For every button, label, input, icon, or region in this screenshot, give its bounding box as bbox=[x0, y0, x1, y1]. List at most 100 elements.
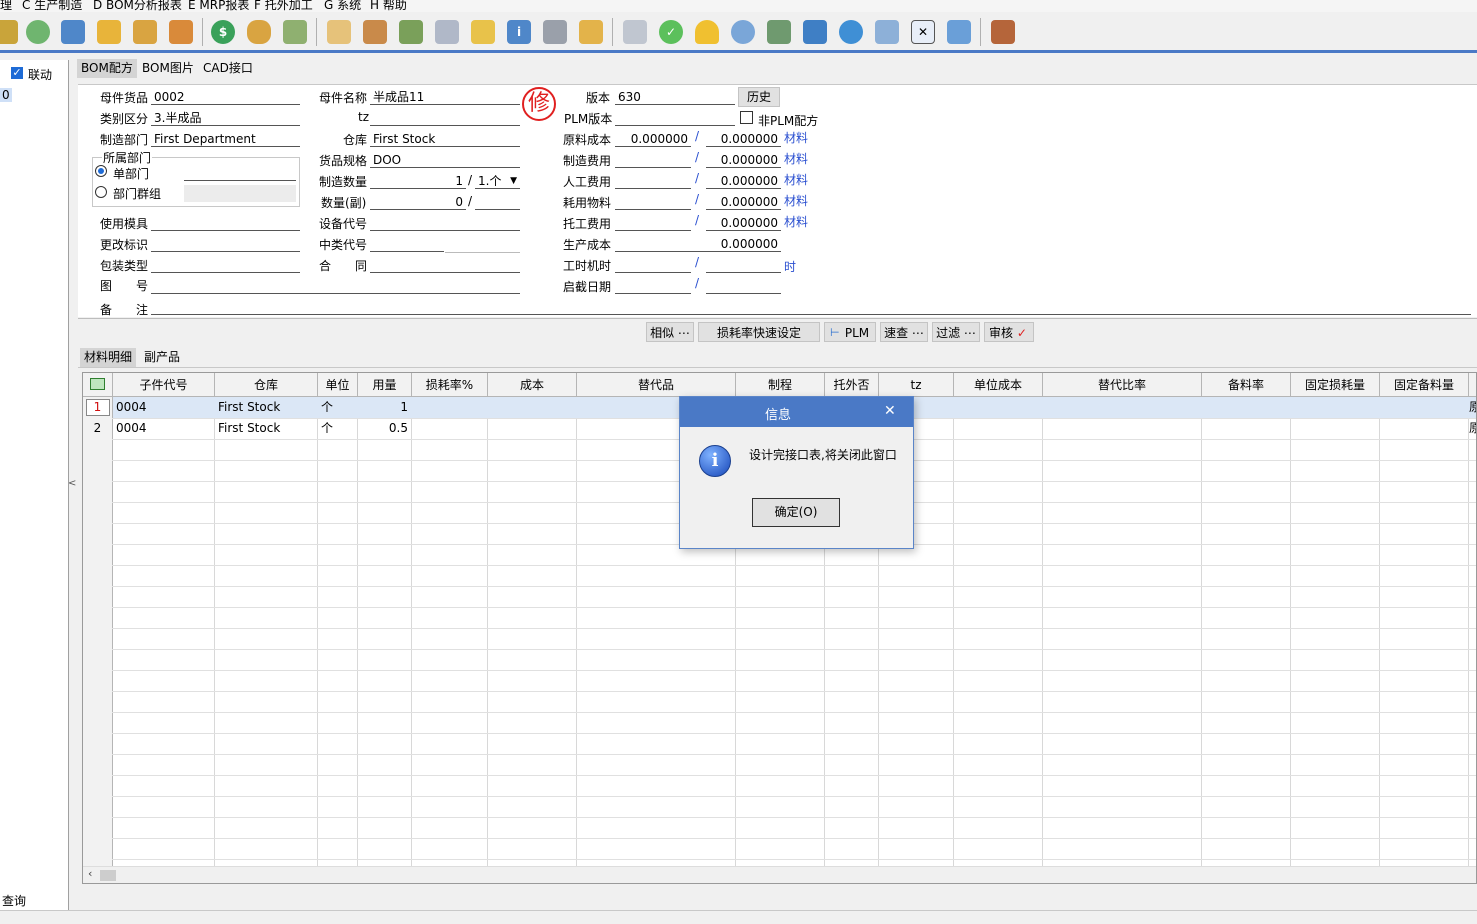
effective-date-start[interactable] bbox=[615, 278, 691, 294]
consumable-field-b[interactable]: 0.000000 bbox=[706, 194, 781, 210]
menu-item-0[interactable]: 理 bbox=[0, 0, 12, 12]
document-icon[interactable] bbox=[623, 20, 647, 44]
menu-item-help[interactable]: H 帮助 bbox=[370, 0, 407, 12]
spec-field[interactable]: DOO bbox=[370, 152, 520, 168]
prod-cost-field[interactable]: 0.000000 bbox=[615, 236, 781, 252]
cell-unit[interactable]: 个 bbox=[318, 418, 357, 439]
folder-icon[interactable] bbox=[579, 20, 603, 44]
filter-button[interactable]: 过滤 ⋯ bbox=[932, 322, 980, 342]
col-header-fixed-prep[interactable]: 固定备料量 bbox=[1380, 373, 1469, 397]
scrollbar-thumb[interactable] bbox=[100, 870, 116, 881]
col-header-usage[interactable]: 用量 bbox=[358, 373, 412, 397]
col-header-loss-rate[interactable]: 损耗率% bbox=[412, 373, 488, 397]
menu-item-production[interactable]: C 生产制造 bbox=[22, 0, 82, 12]
menu-item-outsource[interactable]: F 托外加工 bbox=[254, 0, 313, 12]
org-chart-icon[interactable] bbox=[767, 20, 791, 44]
plm-version-field[interactable] bbox=[615, 110, 735, 126]
consumable-material-link[interactable]: 材料 bbox=[784, 192, 808, 209]
loss-rate-quick-set-button[interactable]: 损耗率快速设定 bbox=[698, 322, 820, 342]
category-field[interactable]: 3.半成品 bbox=[151, 110, 300, 126]
col-header-warehouse[interactable]: 仓库 bbox=[215, 373, 318, 397]
labor-material-link[interactable]: 材料 bbox=[784, 171, 808, 188]
cell-warehouse[interactable]: First Stock bbox=[215, 418, 317, 439]
qty-field[interactable]: 1 bbox=[370, 173, 466, 189]
tab-cad-interface[interactable]: CAD接口 bbox=[199, 59, 257, 78]
collapse-arrow-icon[interactable]: < bbox=[68, 478, 76, 489]
close-window-icon[interactable]: ✕ bbox=[911, 20, 935, 44]
outsource-cost-field-b[interactable]: 0.000000 bbox=[706, 215, 781, 231]
clipboard-icon[interactable] bbox=[327, 20, 351, 44]
hours-field-b[interactable] bbox=[706, 257, 781, 273]
cell-usage[interactable]: 1 bbox=[358, 397, 411, 418]
menu-item-system[interactable]: G 系统 bbox=[324, 0, 361, 12]
help-doc-icon[interactable] bbox=[435, 20, 459, 44]
search-icon[interactable] bbox=[731, 20, 755, 44]
equip-field[interactable] bbox=[370, 215, 520, 231]
remark-field[interactable] bbox=[151, 299, 1471, 315]
mfg-material-link[interactable]: 材料 bbox=[784, 150, 808, 167]
parent-name-field[interactable]: 半成品11 bbox=[370, 89, 520, 105]
effective-date-end[interactable] bbox=[706, 278, 781, 294]
ok-button[interactable]: 确定(O) bbox=[752, 498, 840, 527]
single-dept-field[interactable] bbox=[184, 165, 296, 181]
quick-search-button[interactable]: 速查 ⋯ bbox=[880, 322, 928, 342]
labor-cost-field-b[interactable]: 0.000000 bbox=[706, 173, 781, 189]
cart-icon[interactable] bbox=[283, 20, 307, 44]
approve-button[interactable]: 审核 ✓ bbox=[984, 322, 1034, 342]
close-icon[interactable]: ✕ bbox=[884, 403, 896, 419]
raw-material-link[interactable]: 材料 bbox=[784, 129, 808, 146]
col-header-prep-rate[interactable]: 备料率 bbox=[1202, 373, 1291, 397]
contract-field[interactable] bbox=[370, 257, 520, 273]
consumable-field-a[interactable] bbox=[615, 194, 691, 210]
users-icon[interactable] bbox=[363, 20, 387, 44]
qty2-unit-field[interactable] bbox=[475, 194, 520, 210]
menu-item-mrp-report[interactable]: E MRP报表 bbox=[188, 0, 249, 12]
menu-item-bom-report[interactable]: D BOM分析报表 bbox=[93, 0, 182, 12]
exit-door-icon[interactable] bbox=[991, 20, 1015, 44]
midclass-field[interactable] bbox=[370, 236, 444, 252]
col-header-tz[interactable]: tz bbox=[879, 373, 954, 397]
hours-field-a[interactable] bbox=[615, 257, 691, 273]
cell-usage[interactable]: 0.5 bbox=[358, 418, 411, 439]
col-header-unit-cost[interactable]: 单位成本 bbox=[954, 373, 1043, 397]
restore-window-icon[interactable] bbox=[947, 20, 971, 44]
mfg-cost-field-b[interactable]: 0.000000 bbox=[706, 152, 781, 168]
tab-bom-image[interactable]: BOM图片 bbox=[138, 59, 198, 78]
calculator-icon[interactable] bbox=[543, 20, 567, 44]
drawing-field[interactable] bbox=[151, 278, 520, 294]
cell-unit[interactable]: 个 bbox=[318, 397, 357, 418]
dept-group-radio[interactable] bbox=[95, 186, 107, 198]
outsource-material-link[interactable]: 材料 bbox=[784, 213, 808, 230]
grid-corner[interactable] bbox=[83, 373, 113, 397]
dept-field[interactable]: First Department bbox=[151, 131, 300, 147]
query-button[interactable]: 查询 bbox=[2, 892, 26, 909]
home-icon[interactable] bbox=[169, 20, 193, 44]
tree-node[interactable]: 0 bbox=[0, 88, 12, 102]
outsource-cost-field-a[interactable] bbox=[615, 215, 691, 231]
raw-cost-field-b[interactable]: 0.000000 bbox=[706, 131, 781, 147]
lock-icon[interactable] bbox=[97, 20, 121, 44]
computer-icon[interactable] bbox=[61, 20, 85, 44]
col-header-substitute[interactable]: 替代品 bbox=[577, 373, 736, 397]
col-header-substitute-ratio[interactable]: 替代比率 bbox=[1043, 373, 1202, 397]
tab-material-detail[interactable]: 材料明细 bbox=[80, 348, 137, 367]
tools-icon[interactable] bbox=[399, 20, 423, 44]
history-button[interactable]: 历史 bbox=[738, 87, 780, 107]
non-plm-checkbox[interactable] bbox=[740, 111, 753, 124]
pack-field[interactable] bbox=[151, 257, 300, 273]
cell-warehouse[interactable]: First Stock bbox=[215, 397, 317, 418]
similar-button[interactable]: 相似 ⋯ bbox=[646, 322, 694, 342]
version-field[interactable]: 630 bbox=[615, 89, 735, 105]
qty-unit-select[interactable]: 1.个 ▼ bbox=[475, 173, 520, 189]
check-circle-icon[interactable]: ✓ bbox=[659, 20, 683, 44]
labor-cost-field-a[interactable] bbox=[615, 173, 691, 189]
tz-field[interactable] bbox=[370, 110, 520, 126]
single-dept-radio[interactable] bbox=[95, 165, 107, 177]
scroll-left-icon[interactable]: ‹ bbox=[88, 867, 92, 880]
change-field[interactable] bbox=[151, 236, 300, 252]
col-header-fixed-loss[interactable]: 固定损耗量 bbox=[1291, 373, 1380, 397]
tab-bom-recipe[interactable]: BOM配方 bbox=[77, 59, 137, 78]
link-checkbox[interactable]: ✓ bbox=[11, 67, 23, 79]
dollar-icon[interactable]: $ bbox=[211, 20, 235, 44]
cell-child-code[interactable]: 0004 bbox=[113, 397, 214, 418]
